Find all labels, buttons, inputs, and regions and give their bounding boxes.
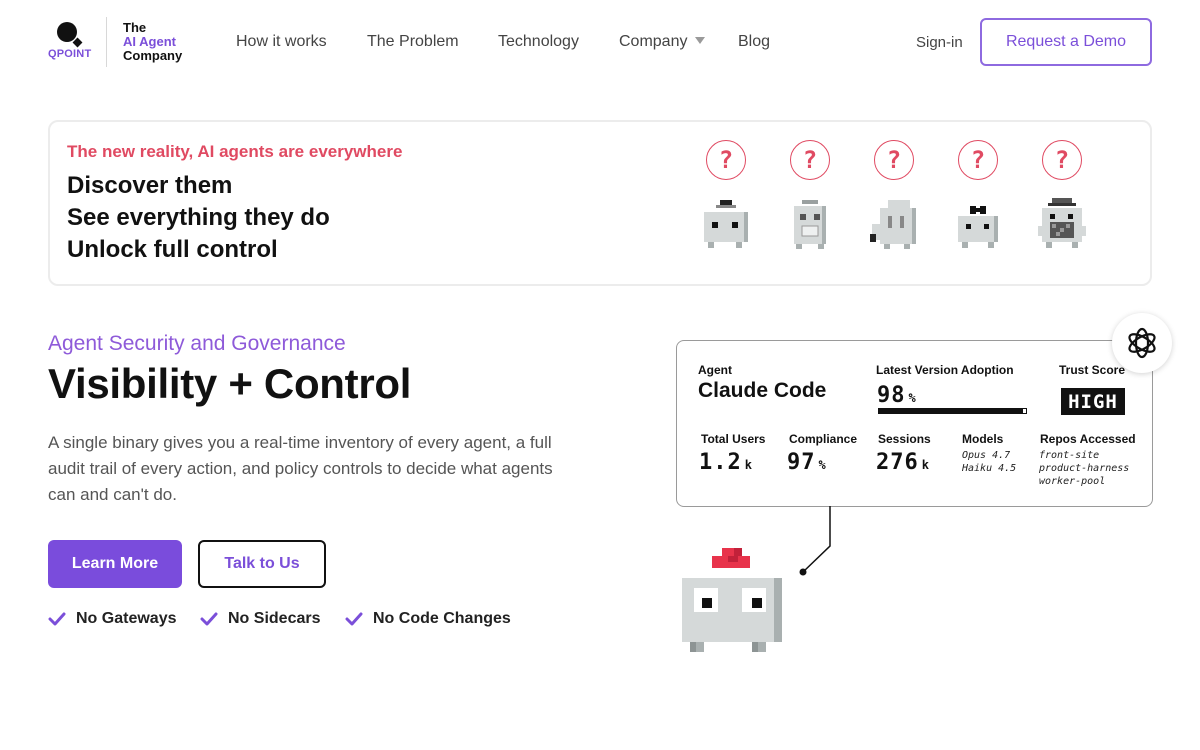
compliance-value: 97% (787, 450, 827, 475)
question-icon: ? (874, 140, 914, 180)
nav-the-problem[interactable]: The Problem (367, 33, 459, 51)
agent-summary-card: Agent Claude Code Latest Version Adoptio… (676, 340, 1153, 507)
openai-logo-badge (1112, 313, 1172, 373)
openai-logo-icon (1128, 327, 1156, 359)
agent-label: Agent (698, 363, 732, 377)
nav-company-dropdown[interactable]: Company (619, 33, 706, 51)
claude-code-robot-icon (682, 548, 782, 652)
logo-divider (106, 17, 107, 67)
robot-icon (1038, 198, 1086, 248)
models-label: Models (962, 432, 1004, 446)
repos-list: front-site product-harness worker-pool (1039, 449, 1129, 488)
nav-how-it-works[interactable]: How it works (236, 33, 327, 51)
qpoint-logo-icon (57, 22, 77, 42)
logo-text: QPOINT (48, 48, 92, 60)
chevron-down-icon (695, 37, 706, 45)
repos-accessed-label: Repos Accessed (1040, 432, 1136, 446)
feature-no-code-changes: No Code Changes (345, 610, 511, 628)
tagline-line-1: The (123, 20, 147, 35)
learn-more-button[interactable]: Learn More (48, 540, 182, 588)
nav-blog[interactable]: Blog (738, 33, 770, 51)
banner-kicker: The new reality, AI agents are everywher… (67, 142, 403, 161)
question-icon: ? (958, 140, 998, 180)
robot-icon (704, 200, 748, 248)
trust-score-badge: HIGH (1061, 388, 1125, 415)
model-item: Opus 4.7 (962, 450, 1011, 461)
tagline-line-2: AI Agent (123, 34, 176, 49)
trust-score-label: Trust Score (1059, 363, 1126, 377)
tagline-line-3: Company (123, 48, 183, 63)
feature-no-sidecars: No Sidecars (200, 610, 320, 628)
question-icon: ? (790, 140, 830, 180)
repo-item: product-harness (1039, 463, 1130, 474)
feature-label: No Code Changes (373, 610, 511, 627)
unknown-agent-3: ? (864, 140, 924, 270)
unknown-agent-1: ? (696, 140, 756, 270)
adoption-progress-bar (878, 408, 1027, 414)
hero-eyebrow: Agent Security and Governance (48, 332, 346, 355)
adoption-label: Latest Version Adoption (876, 363, 1014, 377)
question-icon: ? (706, 140, 746, 180)
hero-title: Visibility + Control (48, 360, 412, 407)
qpoint-logo[interactable]: QPOINT (47, 20, 95, 64)
agents-everywhere-banner: The new reality, AI agents are everywher… (48, 120, 1152, 286)
company-tagline: The AI Agent Company (123, 21, 182, 63)
sign-in-link[interactable]: Sign-in (916, 34, 963, 51)
unknown-agent-2: ? (780, 140, 840, 270)
model-item: Haiku 4.5 (962, 463, 1017, 474)
robot-icon (794, 200, 826, 249)
unknown-agent-5: ? (1032, 140, 1092, 270)
repo-item: front-site (1039, 450, 1100, 461)
compliance-label: Compliance (789, 432, 858, 446)
total-users-label: Total Users (701, 432, 766, 446)
feature-no-gateways: No Gateways (48, 610, 176, 628)
models-list: Opus 4.7 Haiku 4.5 (962, 449, 1016, 475)
banner-line-discover: Discover them (67, 172, 233, 199)
nav-technology[interactable]: Technology (498, 33, 579, 51)
repo-item: worker-pool (1039, 476, 1106, 487)
check-icon (48, 612, 66, 626)
card-connector-line (799, 506, 831, 576)
check-icon (200, 612, 218, 626)
adoption-progress-fill (879, 409, 1024, 413)
feature-label: No Gateways (76, 610, 177, 627)
request-demo-button[interactable]: Request a Demo (980, 18, 1152, 66)
feature-label: No Sidecars (228, 610, 321, 627)
adoption-value: 98% (877, 383, 917, 408)
hero-description: A single binary gives you a real-time in… (48, 433, 553, 504)
banner-line-see: See everything they do (67, 204, 330, 231)
sessions-label: Sessions (878, 432, 931, 446)
robot-icon (958, 206, 998, 248)
top-navigation: QPOINT The AI Agent Company How it works… (0, 0, 1200, 84)
agent-name: Claude Code (698, 379, 827, 402)
unknown-agents-illustration: ? ? ? ? ? (696, 140, 1096, 270)
question-icon: ? (1042, 140, 1082, 180)
unknown-agent-4: ? (948, 140, 1008, 270)
total-users-value: 1.2 k (699, 450, 753, 475)
nav-company-label: Company (619, 33, 688, 50)
sessions-value: 276 k (876, 450, 930, 475)
banner-line-unlock: Unlock full control (67, 236, 278, 263)
talk-to-us-button[interactable]: Talk to Us (198, 540, 326, 588)
robot-icon (870, 200, 916, 249)
check-icon (345, 612, 363, 626)
